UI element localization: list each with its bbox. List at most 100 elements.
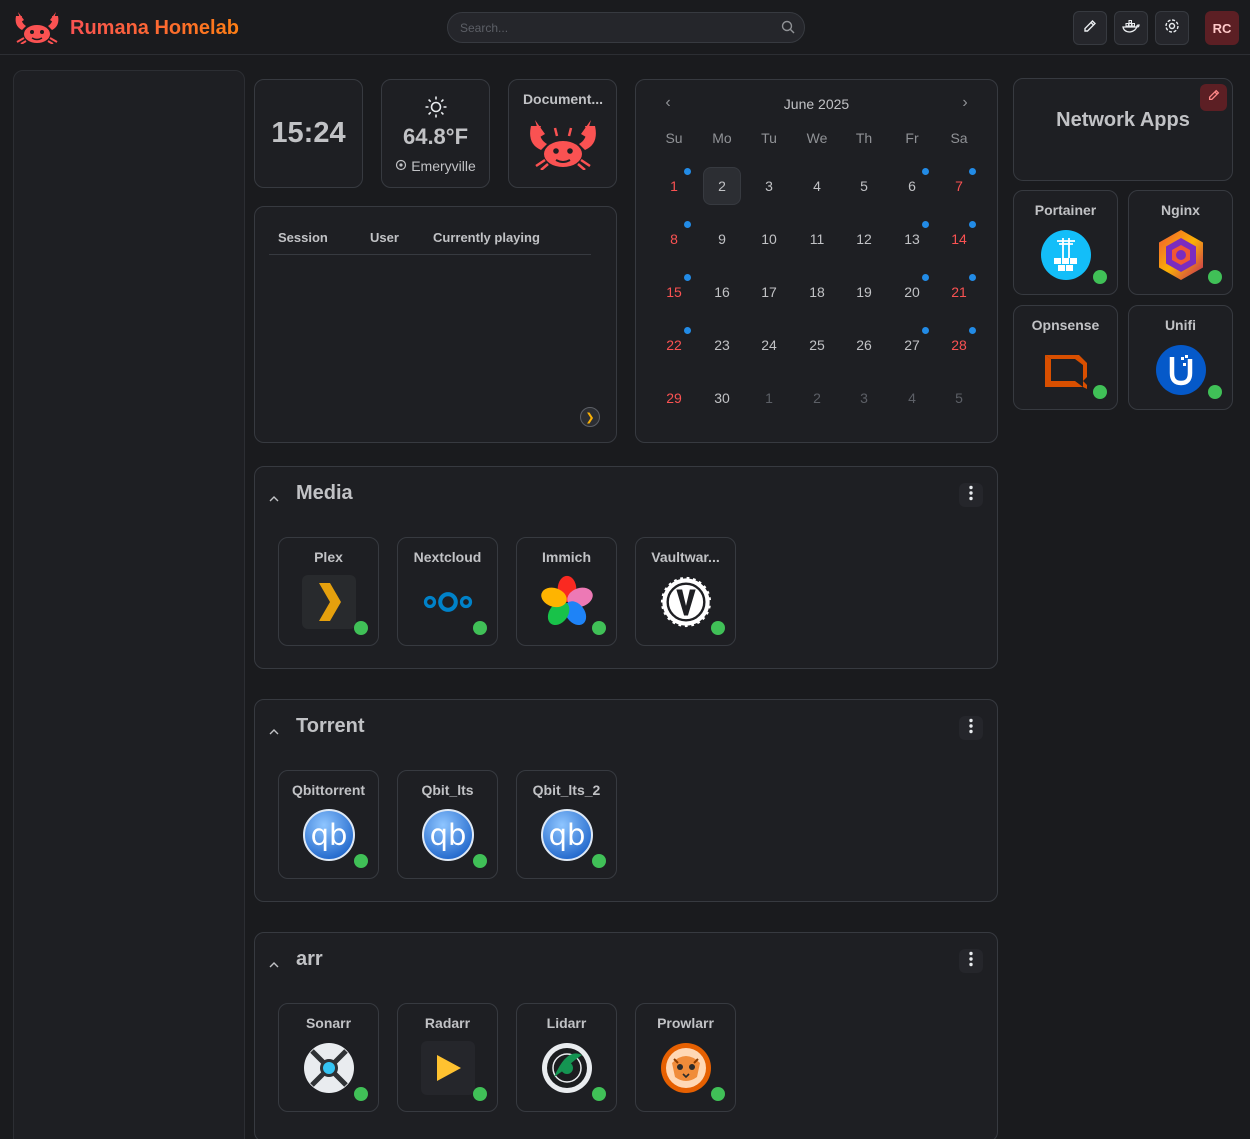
edit-mode-button[interactable] (1073, 11, 1107, 45)
qbittorrent-icon: qb (540, 808, 594, 862)
calendar-day[interactable]: 4 (893, 379, 931, 417)
app-tile-prowlarr[interactable]: Prowlarr (635, 1003, 736, 1112)
section-menu-button[interactable] (959, 949, 983, 973)
calendar-day[interactable]: 12 (845, 220, 883, 258)
app-tile-unifi[interactable]: Unifi (1128, 305, 1233, 410)
nginx-icon (1154, 228, 1208, 282)
app-tile-portainer[interactable]: Portainer (1013, 190, 1118, 295)
calendar-day[interactable]: 5 (845, 167, 883, 205)
user-avatar[interactable]: RC (1205, 11, 1239, 45)
calendar-next-button[interactable]: › (955, 94, 975, 112)
calendar-event-dot (922, 274, 929, 281)
calendar-day[interactable]: 11 (798, 220, 836, 258)
calendar-day[interactable]: 30 (703, 379, 741, 417)
status-online-indicator (354, 1087, 368, 1101)
calendar-day[interactable]: 29 (655, 379, 693, 417)
calendar-weekday: Th (855, 130, 873, 146)
docker-icon (1122, 18, 1140, 39)
calendar-day[interactable]: 23 (703, 326, 741, 364)
chevron-up-icon[interactable] (269, 956, 279, 974)
calendar-day[interactable]: 24 (750, 326, 788, 364)
app-tile-name: Qbittorrent (291, 782, 366, 798)
app-tile-plex[interactable]: Plex (278, 537, 379, 646)
sun-icon (424, 95, 448, 124)
calendar-day[interactable]: 10 (750, 220, 788, 258)
app-tile-vaultwar[interactable]: Vaultwar... (635, 537, 736, 646)
calendar-day[interactable]: 18 (798, 273, 836, 311)
dots-vertical-icon (969, 485, 973, 506)
calendar-day[interactable]: 26 (845, 326, 883, 364)
calendar-event-dot (922, 168, 929, 175)
calendar-day[interactable]: 3 (845, 379, 883, 417)
calendar-day[interactable]: 16 (703, 273, 741, 311)
app-tile-name: Lidarr (546, 1015, 587, 1031)
app-tile-nextcloud[interactable]: Nextcloud (397, 537, 498, 646)
edit-icon (1082, 18, 1098, 39)
calendar-day[interactable]: 9 (703, 220, 741, 258)
calendar-day[interactable]: 19 (845, 273, 883, 311)
app-tile-name: Unifi (1164, 317, 1197, 333)
app-tile-qbit-lts-2[interactable]: Qbit_lts_2qb (516, 770, 617, 879)
calendar-event-dot (969, 221, 976, 228)
plex-icon (301, 575, 356, 629)
calendar-day[interactable]: 2 (798, 379, 836, 417)
app-tile-radarr[interactable]: Radarr (397, 1003, 498, 1112)
section-menu-button[interactable] (959, 483, 983, 507)
section-media: Media Plex Nextcloud Immich Vaultwar... (254, 466, 998, 669)
app-tile-qbit-lts[interactable]: Qbit_lts qb (397, 770, 498, 879)
calendar-day[interactable]: 5 (940, 379, 978, 417)
weather-widget: 64.8°F Emeryville (381, 79, 490, 188)
lidarr-icon (540, 1041, 594, 1095)
unifi-icon (1154, 343, 1208, 397)
status-online-indicator (473, 621, 487, 635)
app-tile-sonarr[interactable]: Sonarr (278, 1003, 379, 1112)
calendar-day[interactable]: 25 (798, 326, 836, 364)
chevron-up-icon[interactable] (269, 723, 279, 741)
section-arr: arr Sonarr Radarr Lidarr Prowlarr (254, 932, 998, 1139)
calendar-event-dot (684, 221, 691, 228)
search-input[interactable] (447, 12, 805, 43)
calendar-day[interactable]: 17 (750, 273, 788, 311)
calendar-weekday: Tu (761, 130, 777, 146)
left-sidebar (13, 70, 245, 1139)
calendar-widget: ‹ June 2025 › Su Mo Tu We Th Fr Sa 1 2 3 4 5 6 7 8 9 10 1… (635, 79, 998, 443)
docker-button[interactable] (1114, 11, 1148, 45)
app-tile-immich[interactable]: Immich (516, 537, 617, 646)
edit-icon (1207, 88, 1221, 107)
qbittorrent-icon: qb (302, 808, 356, 862)
app-tile-nginx[interactable]: Nginx (1128, 190, 1233, 295)
chevron-up-icon[interactable] (269, 490, 279, 508)
nextcloud-icon (421, 575, 475, 629)
calendar-day[interactable]: 4 (798, 167, 836, 205)
immich-icon (540, 575, 594, 629)
app-tile-name: Radarr (424, 1015, 471, 1031)
calendar-day[interactable]: 3 (750, 167, 788, 205)
calendar-day[interactable]: 1 (750, 379, 788, 417)
weather-temperature: 64.8°F (402, 124, 469, 149)
section-title: Torrent (296, 715, 365, 737)
calendar-event-dot (969, 327, 976, 334)
brand[interactable]: Rumana Homelab (12, 8, 239, 49)
section-title: Media (296, 482, 353, 504)
app-tile-name: Qbit_lts (421, 782, 474, 798)
app-tile-name: Sonarr (305, 1015, 352, 1031)
app-tile-name: Qbit_lts_2 (532, 782, 601, 798)
search-icon[interactable] (781, 20, 795, 39)
calendar-day[interactable]: 2 (703, 167, 741, 205)
app-tile-lidarr[interactable]: Lidarr (516, 1003, 617, 1112)
chevron-right-icon[interactable]: ❯ (580, 407, 600, 427)
network-apps-title: Network Apps (1056, 109, 1190, 131)
app-tile-opnsense[interactable]: Opnsense (1013, 305, 1118, 410)
calendar-event-dot (684, 168, 691, 175)
portainer-icon (1039, 228, 1093, 282)
app-tile-name: Nginx (1161, 202, 1200, 218)
edit-button[interactable] (1200, 84, 1227, 111)
settings-button[interactable] (1155, 11, 1189, 45)
app-tile-name: Vaultwar... (651, 549, 720, 565)
sonarr-icon (302, 1041, 356, 1095)
calendar-month: June 2025 (783, 96, 850, 112)
app-tile-documents[interactable]: Document... (508, 79, 617, 188)
section-menu-button[interactable] (959, 716, 983, 740)
column-header-user: User (370, 230, 399, 245)
app-tile-qbittorrent[interactable]: Qbittorrent qb (278, 770, 379, 879)
